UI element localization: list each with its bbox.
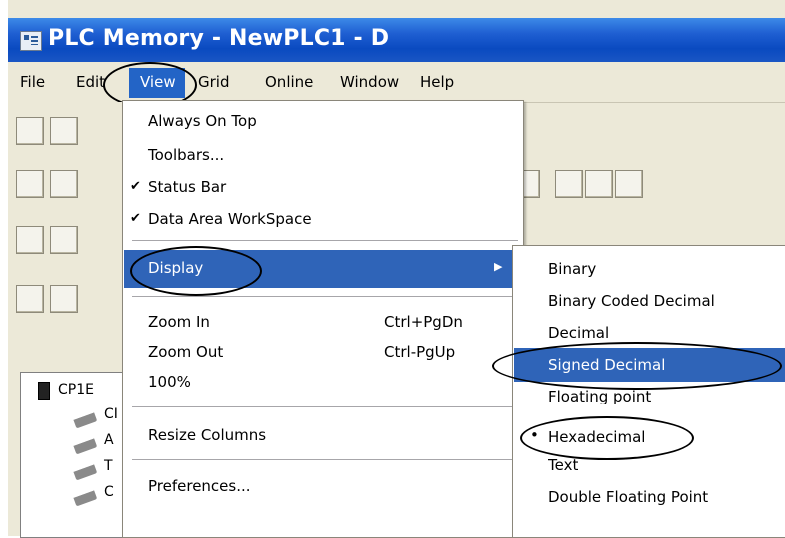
annotation-ellipse-signed-decimal <box>492 342 782 390</box>
menu-item-resize-columns[interactable]: Resize Columns <box>148 426 266 444</box>
submenu-item-binary-coded-decimal[interactable]: Binary Coded Decimal <box>548 292 715 310</box>
submenu-item-double-floating-point[interactable]: Double Floating Point <box>548 488 708 506</box>
submenu-item-decimal[interactable]: Decimal <box>548 324 609 342</box>
shortcut-zoom-in: Ctrl+PgDn <box>384 313 463 331</box>
menu-item-status-bar[interactable]: Status Bar <box>148 178 226 196</box>
menu-file[interactable]: File <box>20 73 45 91</box>
submenu-item-floating-point[interactable]: Floating point <box>548 388 651 404</box>
force-off-icon[interactable] <box>16 285 44 313</box>
number-2-icon[interactable] <box>16 170 44 198</box>
menu-grid[interactable]: Grid <box>198 73 248 91</box>
menu-window[interactable]: Window <box>340 73 399 91</box>
menu-separator <box>132 240 518 242</box>
menu-item-data-area-workspace[interactable]: Data Area WorkSpace <box>148 210 312 228</box>
menu-item-toolbars[interactable]: Toolbars... <box>148 146 224 164</box>
annotation-ellipse-hexadecimal <box>520 416 694 460</box>
submenu-item-text[interactable]: Text <box>548 456 578 472</box>
menu-item-zoom-in[interactable]: Zoom In <box>148 313 210 331</box>
transfer-icon[interactable] <box>16 226 44 254</box>
tree-item-a[interactable]: A <box>104 432 114 448</box>
tree-item-t[interactable]: T <box>104 458 113 474</box>
check-icon: ✔ <box>130 211 141 226</box>
zoom-check-icon[interactable] <box>585 170 613 198</box>
shortcut-zoom-out: Ctrl-PgUp <box>384 343 456 361</box>
new-window-icon[interactable] <box>16 117 44 145</box>
zoom-large-icon[interactable] <box>615 170 643 198</box>
submenu-arrow-icon: ▶ <box>494 260 503 273</box>
check-icon: ✔ <box>130 179 141 194</box>
tree-item-c[interactable]: C <box>104 484 114 500</box>
zoom-small-icon[interactable] <box>555 170 583 198</box>
menu-item-zoom-out[interactable]: Zoom Out <box>148 343 223 361</box>
menu-item-always-on-top[interactable]: Always On Top <box>148 112 257 130</box>
menu-separator <box>132 406 518 408</box>
menu-separator <box>132 459 518 461</box>
window-title: PLC Memory - NewPLC1 - D <box>48 26 390 51</box>
compare-icon[interactable] <box>50 226 78 254</box>
annotation-ellipse-display <box>130 246 262 296</box>
submenu-item-binary[interactable]: Binary <box>548 260 596 278</box>
app-icon <box>20 31 42 51</box>
menu-help[interactable]: Help <box>420 73 454 91</box>
tree-item-ci[interactable]: CI <box>104 406 118 422</box>
force-cancel-icon[interactable] <box>50 285 78 313</box>
menu-item-100-percent[interactable]: 100% <box>148 373 191 391</box>
menu-online[interactable]: Online <box>265 73 313 91</box>
tree-root-label[interactable]: CP1E <box>58 382 94 398</box>
menu-separator <box>132 296 518 298</box>
plc-device-icon <box>38 382 50 400</box>
plc-chip-icon[interactable] <box>50 170 78 198</box>
open-folder-icon[interactable] <box>50 117 78 145</box>
menu-item-preferences[interactable]: Preferences... <box>148 477 251 495</box>
